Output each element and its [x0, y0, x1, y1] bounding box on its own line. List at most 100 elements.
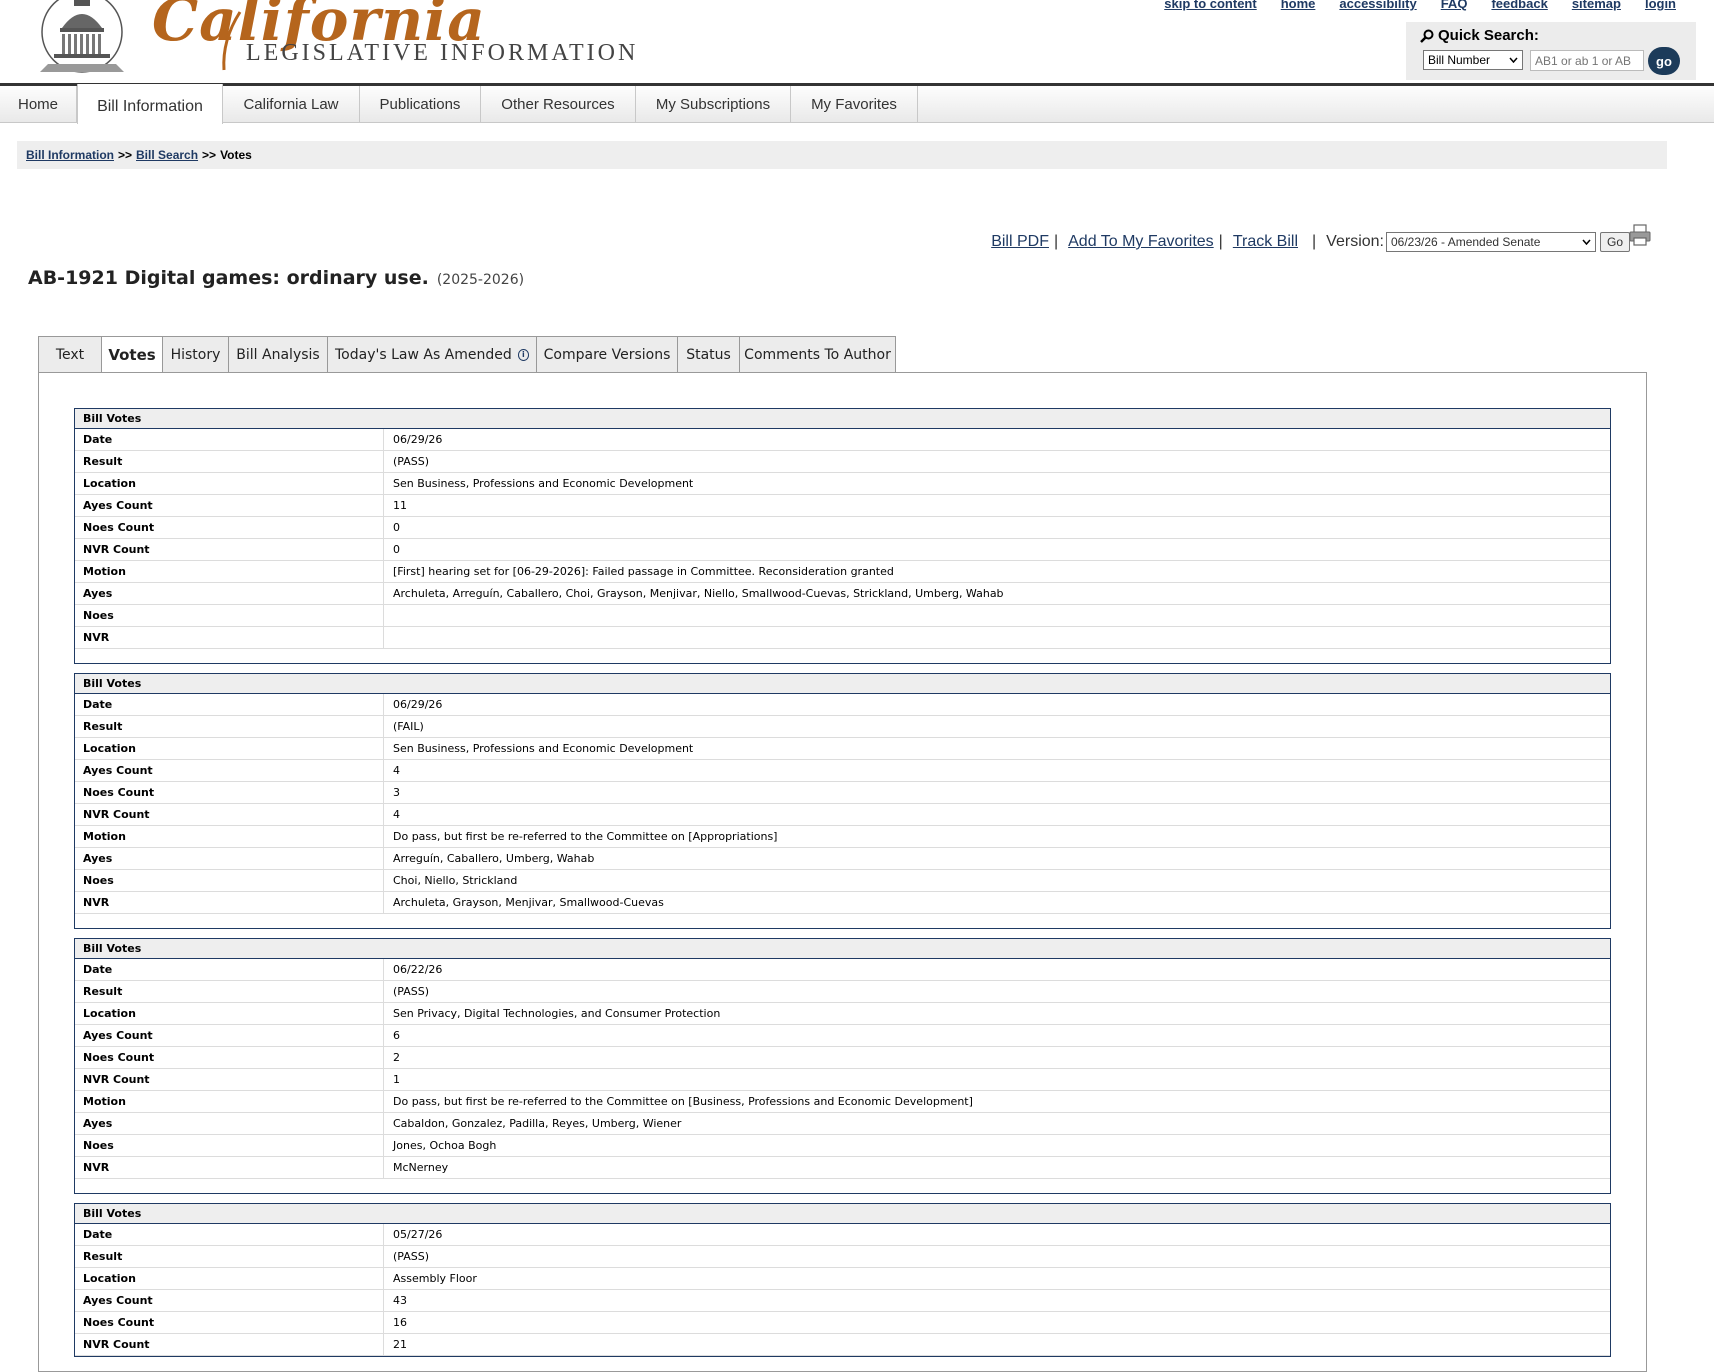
vote-location: Assembly Floor	[393, 1272, 477, 1285]
vote-noes-count: 3	[393, 786, 400, 799]
vote-motion: Do pass, but first be re-referred to the…	[393, 830, 778, 843]
tab-history[interactable]: History	[162, 336, 228, 373]
utility-links: skip to content home accessibility FAQ f…	[1164, 0, 1676, 11]
chevron-down-icon	[1509, 57, 1518, 63]
vote-row-noes: Noes	[75, 605, 1610, 627]
print-icon[interactable]	[1628, 223, 1652, 247]
vote-result: (FAIL)	[393, 720, 424, 733]
vote-record-heading: Bill Votes	[75, 674, 1610, 694]
vote-location: Sen Privacy, Digital Technologies, and C…	[393, 1007, 721, 1020]
breadcrumb-separator: >>	[202, 148, 217, 162]
vote-ayes-count: 4	[393, 764, 400, 777]
tab-todays-law-as-amended[interactable]: Today's Law As Amended i	[327, 336, 536, 373]
quick-search-go-button[interactable]: go	[1648, 47, 1680, 75]
vote-motion: Do pass, but first be re-referred to the…	[393, 1095, 973, 1108]
search-type-value: Bill Number	[1428, 53, 1491, 67]
nav-california-law[interactable]: California Law	[223, 86, 360, 122]
breadcrumb-bill-information[interactable]: Bill Information	[26, 148, 114, 162]
vote-record: Bill Votes Date 06/29/26 Result (PASS) Loc…	[74, 408, 1611, 664]
add-to-favorites-link[interactable]: Add To My Favorites	[1068, 233, 1214, 251]
vote-date: 06/22/26	[393, 963, 443, 976]
vote-record: Bill Votes Date 05/27/26 Result (PASS) Loc…	[74, 1203, 1611, 1357]
bill-tabs: Text Votes History Bill Analysis Today's…	[38, 336, 896, 373]
tab-todays-law-label: Today's Law As Amended	[335, 346, 512, 363]
tab-comments-to-author[interactable]: Comments To Author	[739, 336, 896, 373]
vote-record: Bill Votes Date 06/22/26 Result (PASS) Loc…	[74, 938, 1611, 1194]
vote-record: Bill Votes Date 06/29/26 Result (FAIL) Loc…	[74, 673, 1611, 929]
vote-ayes-count: 11	[393, 499, 407, 512]
quick-search-heading: Quick Search:	[1420, 27, 1539, 44]
info-icon[interactable]: i	[517, 348, 529, 361]
vote-row-ayes-count: Ayes Count 43	[75, 1290, 1610, 1312]
skip-to-content-link[interactable]: skip to content	[1164, 0, 1256, 11]
nav-publications[interactable]: Publications	[360, 86, 481, 122]
vote-record-heading: Bill Votes	[75, 409, 1610, 429]
vote-noes	[384, 605, 393, 626]
vote-date: 05/27/26	[393, 1228, 443, 1241]
breadcrumb-current: Votes	[220, 148, 252, 162]
feedback-link[interactable]: feedback	[1491, 0, 1547, 11]
vote-row-nvr: NVR McNerney	[75, 1157, 1610, 1179]
nav-my-favorites[interactable]: My Favorites	[791, 86, 918, 122]
version-select[interactable]: 06/23/26 - Amended Senate	[1385, 232, 1596, 252]
vote-ayes: Archuleta, Arreguín, Caballero, Choi, Gr…	[393, 587, 1004, 600]
capitol-dome-logo[interactable]	[36, 0, 128, 76]
nav-other-resources[interactable]: Other Resources	[481, 86, 636, 122]
vote-row-date: Date 06/29/26	[75, 429, 1610, 451]
bill-pdf-link[interactable]: Bill PDF	[991, 233, 1049, 251]
tab-bill-analysis[interactable]: Bill Analysis	[228, 336, 327, 373]
vote-noes-count: 0	[393, 521, 400, 534]
breadcrumb-separator: >>	[118, 148, 133, 162]
vote-row-ayes: Ayes Cabaldon, Gonzalez, Padilla, Reyes, …	[75, 1113, 1610, 1135]
bill-title-text: AB-1921 Digital games: ordinary use.	[28, 267, 429, 289]
vote-row-ayes: Ayes Archuleta, Arreguín, Caballero, Choi…	[75, 583, 1610, 605]
accessibility-link[interactable]: accessibility	[1339, 0, 1416, 11]
tab-compare-versions[interactable]: Compare Versions	[536, 336, 677, 373]
vote-row-location: Location Sen Privacy, Digital Technologie…	[75, 1003, 1610, 1025]
vote-row-ayes-count: Ayes Count 11	[75, 495, 1610, 517]
version-go-button[interactable]: Go	[1599, 232, 1630, 252]
home-link[interactable]: home	[1281, 0, 1316, 11]
nav-my-subscriptions[interactable]: My Subscriptions	[636, 86, 791, 122]
quick-search-panel: Quick Search: Bill Number go	[1406, 22, 1696, 80]
vote-nvr: Archuleta, Grayson, Menjivar, Smallwood-…	[393, 896, 664, 909]
search-type-select[interactable]: Bill Number	[1423, 50, 1523, 70]
vote-date: 06/29/26	[393, 698, 443, 711]
vote-row-date: Date 06/22/26	[75, 959, 1610, 981]
nav-home[interactable]: Home	[0, 86, 77, 122]
vote-nvr-count: 4	[393, 808, 400, 821]
faq-link[interactable]: FAQ	[1441, 0, 1468, 11]
vote-row-ayes-count: Ayes Count 6	[75, 1025, 1610, 1047]
site-header: California LEGISLATIVE INFORMATION skip …	[0, 0, 1714, 86]
vote-row-nvr-count: NVR Count 4	[75, 804, 1610, 826]
breadcrumb: Bill Information >> Bill Search >> Votes	[17, 141, 1667, 169]
breadcrumb-bill-search[interactable]: Bill Search	[136, 148, 198, 162]
vote-row-location: Location Assembly Floor	[75, 1268, 1610, 1290]
vote-row-location: Location Sen Business, Professions and Ec…	[75, 738, 1610, 760]
vote-noes: Choi, Niello, Strickland	[393, 874, 518, 887]
nav-bill-information[interactable]: Bill Information	[77, 84, 223, 124]
vote-row-noes-count: Noes Count 2	[75, 1047, 1610, 1069]
track-bill-link[interactable]: Track Bill	[1233, 233, 1298, 251]
sitemap-link[interactable]: sitemap	[1572, 0, 1621, 11]
vote-row-result: Result (PASS)	[75, 451, 1610, 473]
vote-ayes-count: 43	[393, 1294, 407, 1307]
vote-date: 06/29/26	[393, 433, 443, 446]
vote-row-noes: Noes Jones, Ochoa Bogh	[75, 1135, 1610, 1157]
login-link[interactable]: login	[1645, 0, 1676, 11]
tab-text[interactable]: Text	[38, 336, 101, 373]
vote-noes-count: 16	[393, 1316, 407, 1329]
vote-result: (PASS)	[393, 1250, 430, 1263]
bill-search-input[interactable]	[1530, 50, 1644, 71]
vote-noes: Jones, Ochoa Bogh	[393, 1139, 497, 1152]
tab-status[interactable]: Status	[677, 336, 739, 373]
tab-votes[interactable]: Votes	[101, 336, 162, 373]
version-label: Version:	[1326, 233, 1384, 250]
main-nav: Home Bill Information California Law Pub…	[0, 84, 1714, 124]
chevron-down-icon	[1582, 239, 1591, 245]
vote-location: Sen Business, Professions and Economic D…	[393, 742, 694, 755]
vote-row-nvr: NVR Archuleta, Grayson, Menjivar, Smallwo…	[75, 892, 1610, 914]
vote-row-date: Date 05/27/26	[75, 1224, 1610, 1246]
vote-row-motion: Motion Do pass, but first be re-referred …	[75, 1091, 1610, 1113]
vote-row-noes-count: Noes Count 0	[75, 517, 1610, 539]
